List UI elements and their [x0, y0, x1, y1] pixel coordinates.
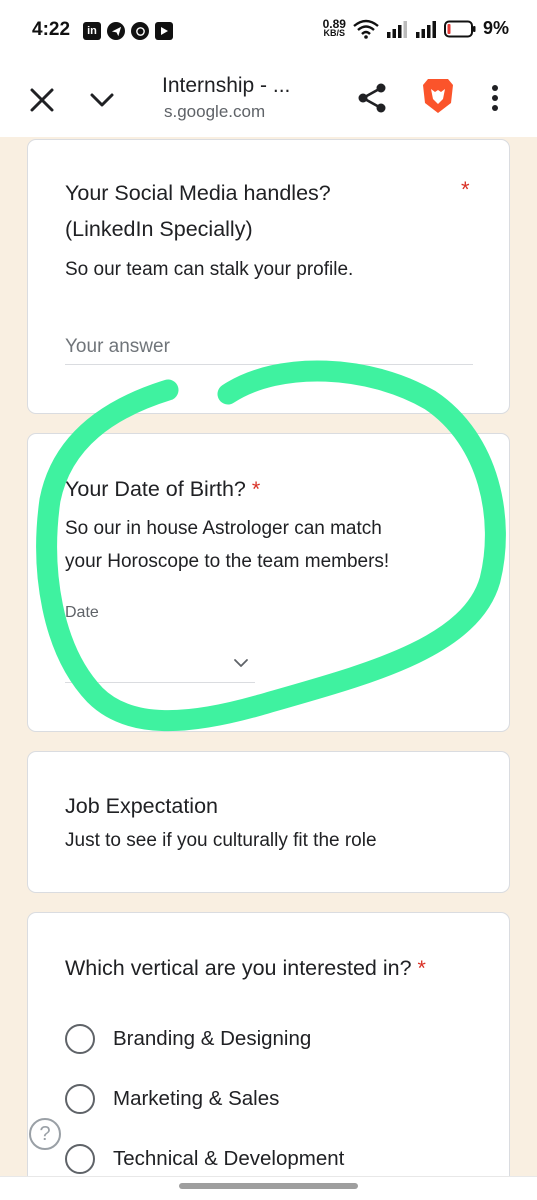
close-tab-button[interactable] — [24, 82, 60, 118]
radio-button[interactable] — [65, 1144, 95, 1174]
brave-lion-icon — [423, 79, 453, 113]
chevron-down-icon — [234, 659, 248, 667]
brave-shields-button[interactable] — [418, 76, 458, 116]
question-title: Which vertical are you interested in? * — [65, 956, 426, 980]
help-icon: ? — [39, 1122, 51, 1145]
radio-option-technical[interactable]: Technical & Development — [65, 1141, 344, 1177]
page-title: Internship - ... — [162, 74, 291, 97]
status-time: 4:22 — [32, 19, 71, 40]
close-icon — [30, 88, 54, 112]
gesture-handle[interactable] — [179, 1183, 358, 1189]
social-media-answer-input[interactable] — [65, 329, 473, 365]
required-asterisk: * — [417, 956, 426, 980]
date-label: Date — [65, 604, 99, 621]
required-asterisk: * — [251, 477, 261, 501]
radio-option-branding[interactable]: Branding & Designing — [65, 1021, 311, 1057]
battery-icon — [443, 20, 476, 37]
page-domain: s.google.com — [164, 102, 266, 121]
question-description: So our in house Astrologer can match you… — [65, 518, 390, 572]
more-vert-icon — [492, 85, 498, 111]
radio-label: Branding & Designing — [113, 1027, 312, 1050]
date-picker-field[interactable] — [65, 647, 255, 683]
required-asterisk: * — [461, 177, 470, 202]
question-card-social-media: Your Social Media handles? (LinkedIn Spe… — [27, 139, 510, 414]
battery-percent: 9% — [482, 18, 509, 38]
question-card-date-of-birth: Your Date of Birth? * So our in house As… — [27, 433, 510, 732]
signal-icon-sim2 — [415, 20, 436, 38]
radio-label: Technical & Development — [113, 1147, 345, 1170]
question-card-vertical: Which vertical are you interested in? * … — [27, 912, 510, 1200]
share-icon — [358, 83, 386, 113]
radio-button[interactable] — [65, 1024, 95, 1054]
status-app-icons: in — [83, 22, 173, 40]
question-title: Your Social Media handles? (LinkedIn Spe… — [65, 181, 331, 241]
youtube-icon — [155, 22, 173, 40]
share-button[interactable] — [352, 78, 392, 118]
radio-option-marketing[interactable]: Marketing & Sales — [65, 1081, 279, 1117]
radio-button[interactable] — [65, 1084, 95, 1114]
minimize-button[interactable] — [84, 82, 120, 118]
chevron-down-icon — [90, 93, 114, 107]
section-description: Just to see if you culturally fit the ro… — [65, 830, 377, 851]
help-button[interactable]: ? — [29, 1118, 61, 1150]
more-options-button[interactable] — [480, 80, 510, 116]
question-description: So our team can stalk your profile. — [65, 259, 354, 280]
section-title: Job Expectation — [65, 794, 218, 818]
radio-label: Marketing & Sales — [113, 1087, 280, 1110]
status-indicators: 0.89 KB/S 9% — [323, 18, 509, 39]
browser-toolbar: Internship - ... s.google.com — [0, 62, 537, 137]
whatsapp-icon — [131, 22, 149, 40]
status-bar: 4:22 in 0.89 KB/S 9% — [0, 0, 537, 62]
wifi-icon — [353, 19, 379, 39]
question-title: Your Date of Birth? * — [65, 477, 261, 501]
linkedin-icon: in — [83, 22, 101, 40]
telegram-icon — [107, 22, 125, 40]
network-speed: 0.89 KB/S — [322, 16, 346, 38]
signal-icon — [386, 20, 407, 38]
section-card-job-expectation: Job Expectation Just to see if you cultu… — [27, 751, 510, 893]
